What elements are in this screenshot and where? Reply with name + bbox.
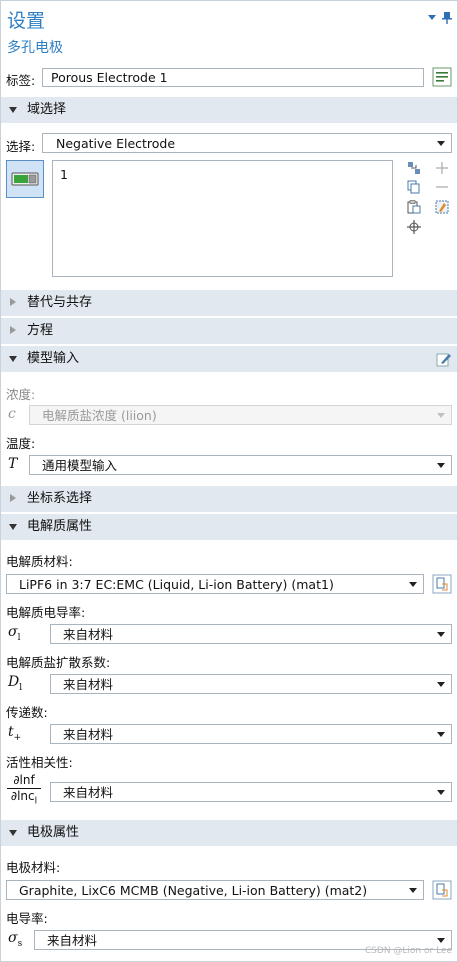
temperature-value: 通用模型输入 <box>42 458 118 473</box>
electrode-conductivity-value: 来自材料 <box>47 933 98 948</box>
go-to-electrode-material-icon[interactable] <box>432 880 452 900</box>
select-all-icon[interactable] <box>407 161 421 175</box>
page-title: 设置 <box>7 10 46 32</box>
section-title: 域选择 <box>27 102 67 117</box>
diffusion-value: 来自材料 <box>63 677 114 692</box>
selection-dropdown[interactable]: Negative Electrode <box>42 133 452 153</box>
activity-value: 来自材料 <box>63 785 114 800</box>
section-electrode-properties[interactable]: 电极属性 <box>1 820 457 846</box>
activity-fraction-symbol: ∂lnf ∂lncl <box>7 773 41 809</box>
zoom-to-selection-icon[interactable] <box>407 220 421 234</box>
collapse-icon <box>9 830 17 836</box>
conductivity-symbol: σl <box>8 624 21 643</box>
domain-selection-list[interactable]: 1 <box>52 160 393 277</box>
activity-dependence-label: 活性相关性: <box>6 755 73 770</box>
electrolyte-material-value: LiPF6 in 3:7 EC:EMC (Liquid, Li-ion Batt… <box>19 577 334 592</box>
electrode-conductivity-symbol: σs <box>8 930 23 949</box>
chevron-down-icon <box>437 938 445 943</box>
expand-icon <box>10 326 16 334</box>
edit-model-input-icon[interactable] <box>436 351 452 367</box>
concentration-dropdown: 电解质盐浓度 (liion) <box>29 405 452 425</box>
expand-icon <box>10 298 16 306</box>
electrolyte-material-dropdown[interactable]: LiPF6 in 3:7 EC:EMC (Liquid, Li-ion Batt… <box>6 574 424 594</box>
dropdown-arrow-icon[interactable] <box>428 15 436 20</box>
selection-label: 选择: <box>6 139 36 154</box>
temperature-symbol: T <box>8 456 18 472</box>
section-title: 替代与共存 <box>27 295 93 310</box>
section-domain-selection[interactable]: 域选择 <box>1 97 457 123</box>
clear-selection-icon[interactable] <box>435 200 449 214</box>
paste-icon[interactable] <box>407 200 421 214</box>
electrode-material-label: 电极材料: <box>6 860 61 875</box>
pin-icon[interactable] <box>442 12 452 24</box>
diffusion-symbol: Dl <box>8 674 23 693</box>
list-item[interactable]: 1 <box>60 167 68 182</box>
transference-value: 来自材料 <box>63 727 114 742</box>
edit-label-icon[interactable] <box>432 67 452 87</box>
chevron-down-icon <box>437 732 445 737</box>
fraction-denominator: ∂lncl <box>10 789 38 807</box>
selection-value: Negative Electrode <box>56 136 176 151</box>
section-title: 电解质属性 <box>27 519 93 534</box>
transference-symbol: t+ <box>8 724 22 743</box>
chevron-down-icon <box>437 463 445 468</box>
temperature-dropdown[interactable]: 通用模型输入 <box>29 455 452 475</box>
section-equation[interactable]: 方程 <box>1 318 457 344</box>
section-coordinate-system[interactable]: 坐标系选择 <box>1 486 457 512</box>
label-field-label: 标签: <box>6 73 36 88</box>
collapse-icon <box>9 356 17 362</box>
chevron-down-icon <box>437 413 445 418</box>
section-title: 模型输入 <box>27 351 80 366</box>
conductivity-value: 来自材料 <box>63 627 114 642</box>
chevron-down-icon <box>437 682 445 687</box>
concentration-label: 浓度: <box>6 387 36 402</box>
collapse-icon <box>9 524 17 530</box>
salt-diffusion-dropdown[interactable]: 来自材料 <box>50 674 452 694</box>
remove-icon[interactable] <box>435 180 449 194</box>
chevron-down-icon <box>409 582 417 587</box>
transference-dropdown[interactable]: 来自材料 <box>50 724 452 744</box>
section-title: 方程 <box>27 323 54 338</box>
chevron-down-icon <box>437 790 445 795</box>
go-to-material-icon[interactable] <box>432 574 452 594</box>
chevron-down-icon <box>409 888 417 893</box>
concentration-symbol: c <box>8 406 16 422</box>
toggle-on-icon <box>11 172 39 186</box>
transference-label: 传递数: <box>6 705 48 720</box>
chevron-down-icon <box>437 632 445 637</box>
section-title: 电极属性 <box>27 825 80 840</box>
active-toggle-button[interactable] <box>6 160 44 198</box>
electrolyte-conductivity-label: 电解质电导率: <box>6 605 86 620</box>
add-icon[interactable] <box>435 161 449 175</box>
copy-icon[interactable] <box>407 180 421 194</box>
electrode-material-dropdown[interactable]: Graphite, LixC6 MCMB (Negative, Li-ion B… <box>6 880 424 900</box>
electrolyte-conductivity-dropdown[interactable]: 来自材料 <box>50 624 452 644</box>
activity-dependence-dropdown[interactable]: 来自材料 <box>50 782 452 802</box>
section-override-coexistence[interactable]: 替代与共存 <box>1 290 457 316</box>
temperature-label: 温度: <box>6 436 36 451</box>
label-input[interactable]: Porous Electrode 1 <box>42 68 424 87</box>
section-electrolyte-properties[interactable]: 电解质属性 <box>1 514 457 540</box>
watermark: CSDN @Lion or Lee <box>364 946 452 956</box>
expand-icon <box>10 494 16 502</box>
page-subtitle: 多孔电极 <box>7 40 63 56</box>
collapse-icon <box>9 107 17 113</box>
section-title: 坐标系选择 <box>27 491 93 506</box>
electrode-conductivity-label: 电导率: <box>6 911 48 926</box>
section-model-input[interactable]: 模型输入 <box>1 346 457 372</box>
fraction-numerator: ∂lnf <box>7 773 41 789</box>
salt-diffusion-label: 电解质盐扩散系数: <box>6 655 111 670</box>
chevron-down-icon <box>437 141 445 146</box>
header-controls <box>428 12 452 24</box>
electrode-material-value: Graphite, LixC6 MCMB (Negative, Li-ion B… <box>19 883 368 898</box>
concentration-value: 电解质盐浓度 (liion) <box>42 408 157 423</box>
electrolyte-material-label: 电解质材料: <box>6 554 73 569</box>
